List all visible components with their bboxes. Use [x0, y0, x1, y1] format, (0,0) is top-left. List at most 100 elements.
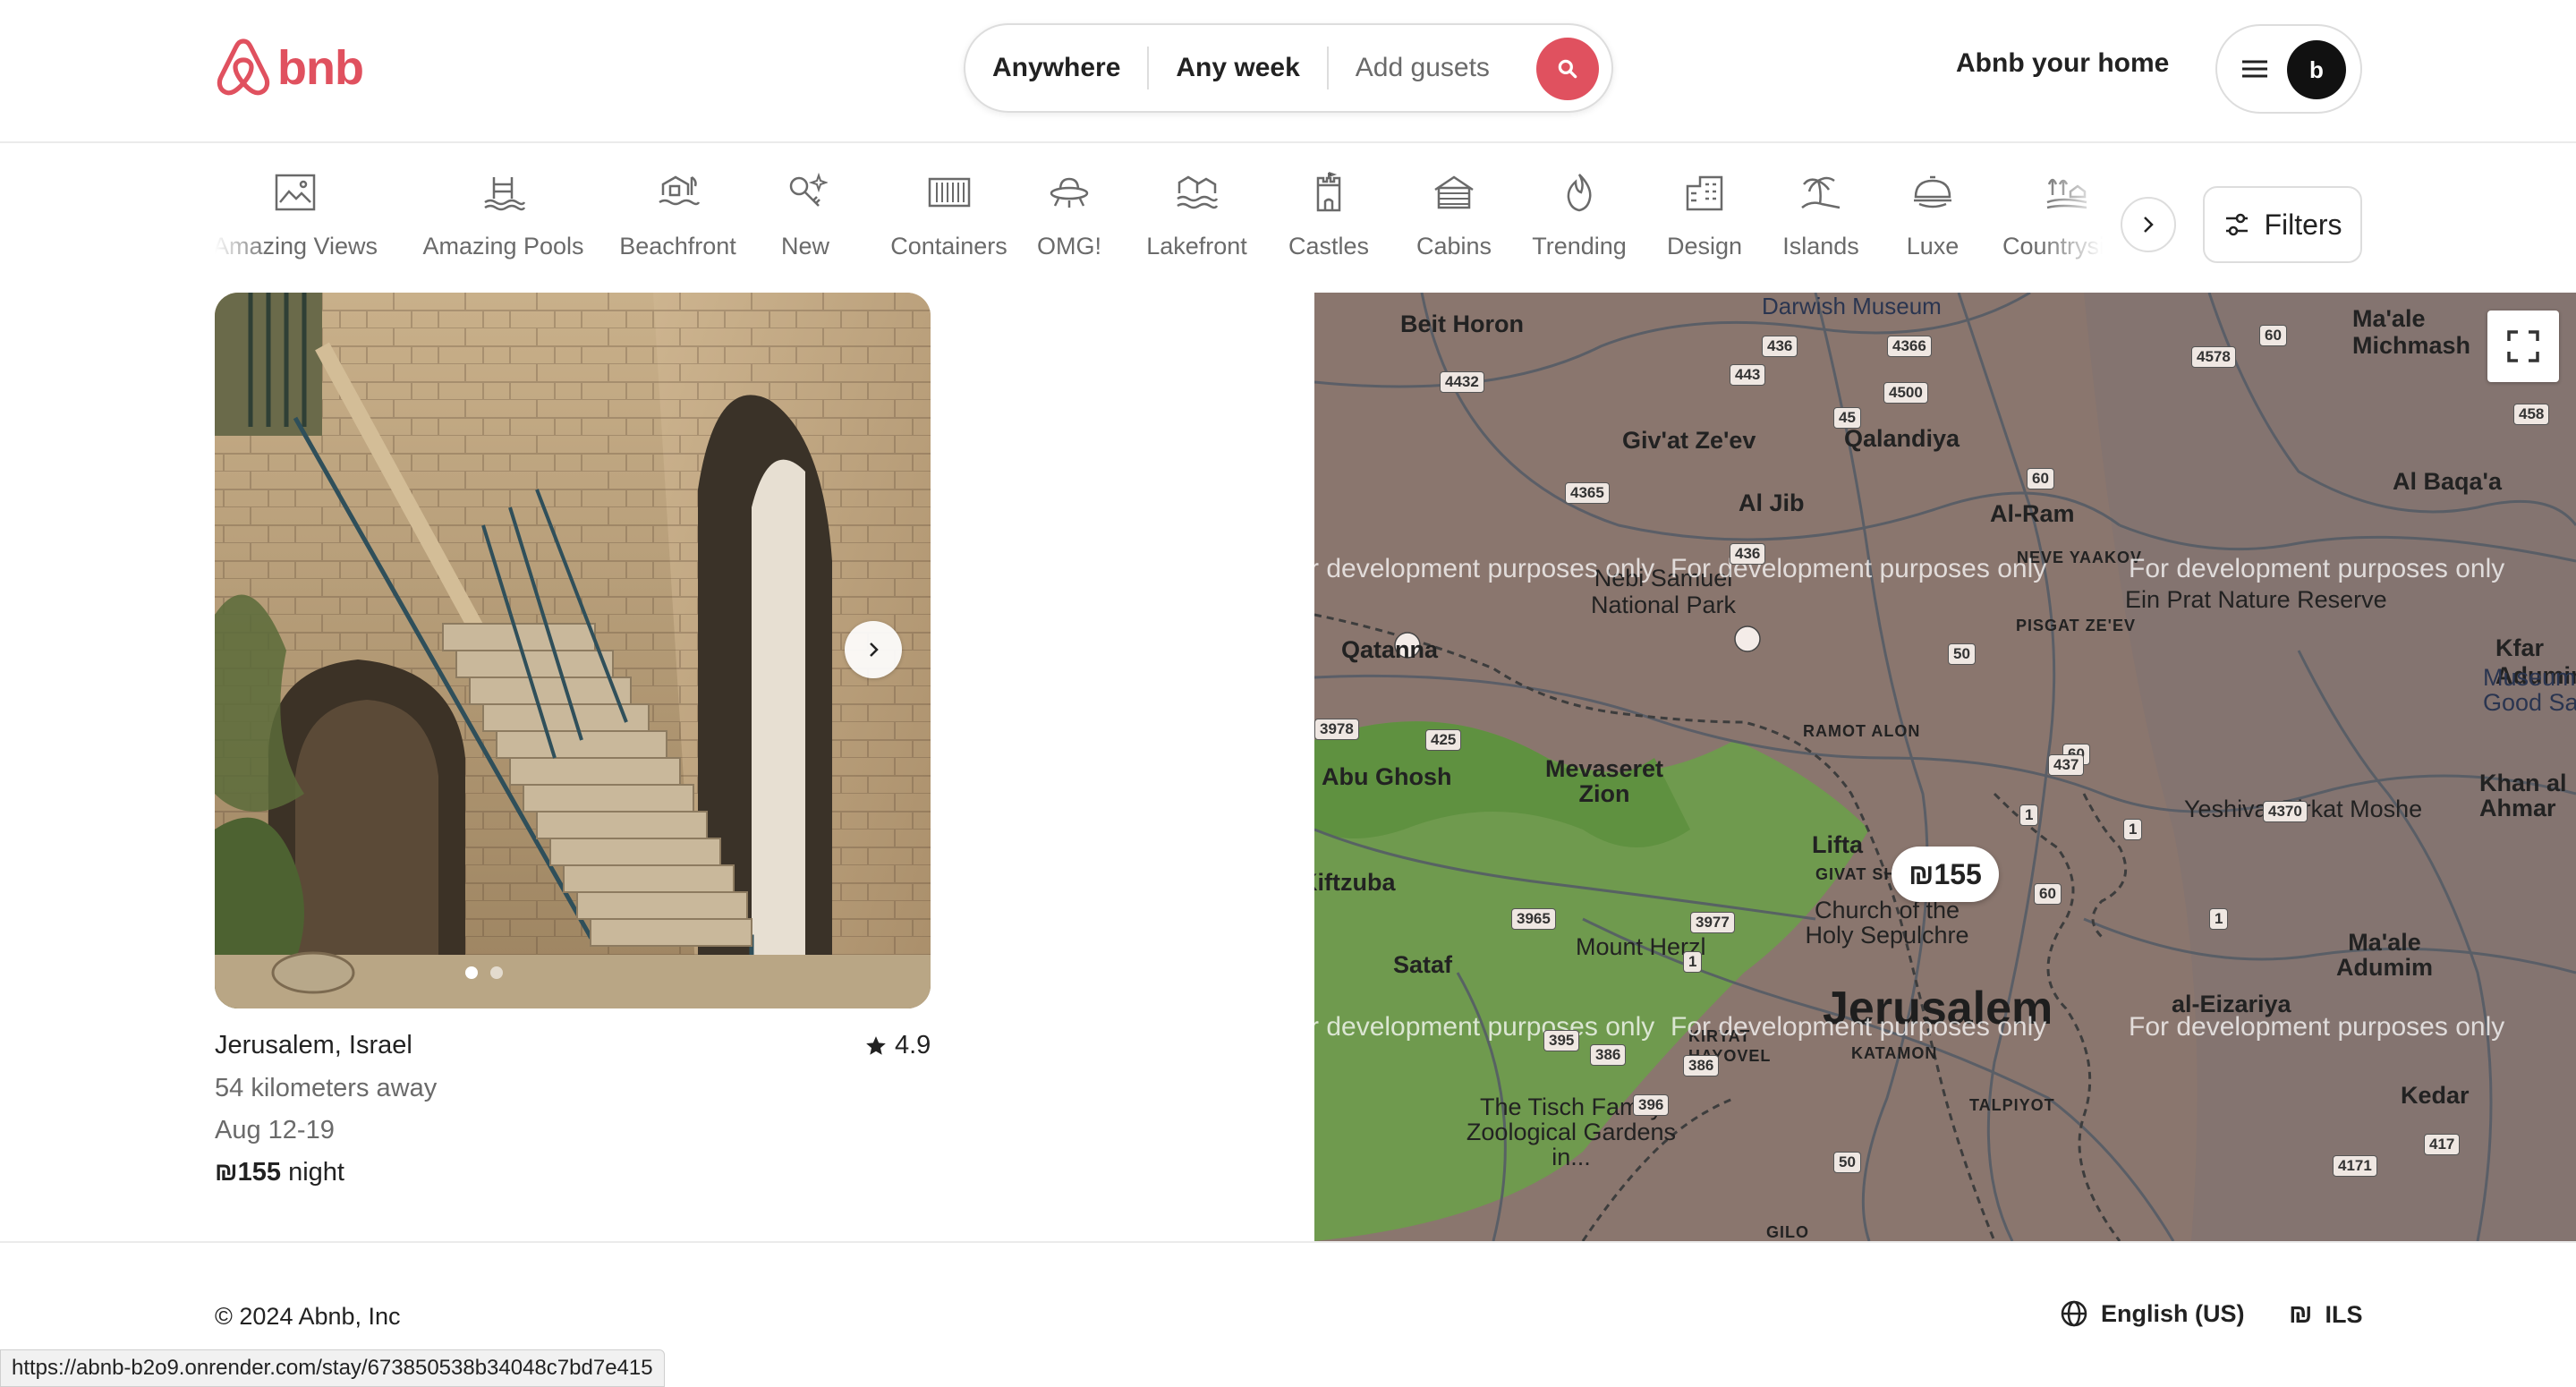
road-number-shield: 1: [1683, 951, 1703, 973]
road-number-shield: 4365: [1565, 482, 1610, 504]
copyright-text: © 2024 Abnb, Inc: [215, 1303, 401, 1330]
logo-text: bnb: [277, 41, 364, 95]
map-road-shields: 436 4366 4432 443 4500 45 4578 60 458 4365 436 60 50…: [1314, 293, 2576, 1241]
category-design[interactable]: Design: [1655, 161, 1754, 268]
currency-selector[interactable]: ₪ ILS: [2289, 1299, 2363, 1330]
road-number-shield: 3977: [1690, 912, 1735, 933]
search-where-label: Anywhere: [992, 53, 1121, 82]
category-amazing-pools[interactable]: Amazing Pools: [421, 161, 586, 268]
road-number-shield: 436: [1762, 336, 1798, 357]
globe-icon: [2061, 1300, 2087, 1327]
framed-picture-icon: [275, 174, 316, 211]
category-label: Castles: [1288, 233, 1370, 260]
airbnb-logo-icon: [217, 38, 270, 96]
ufo-icon: [1050, 177, 1089, 208]
beach-house-icon: [658, 175, 700, 206]
image-pagination: [465, 966, 503, 979]
listing-price: ₪155 night: [215, 1158, 344, 1187]
listing-title: Jerusalem, Israel: [215, 1031, 412, 1059]
category-new[interactable]: New: [769, 161, 841, 268]
road-number-shield: 3965: [1511, 908, 1556, 930]
road-number-shield: 4370: [2263, 801, 2308, 822]
category-label: New: [780, 233, 829, 260]
road-number-shield: 4432: [1440, 371, 1484, 393]
listing-distance: 54 kilometers away: [215, 1074, 438, 1102]
category-scroll-next-button[interactable]: [2121, 197, 2176, 252]
language-selector[interactable]: English (US): [2060, 1299, 2245, 1328]
map-view[interactable]: Darwish Museum Beit Horon Ma'ale Michmas…: [1314, 293, 2576, 1241]
category-label: Trending: [1532, 233, 1627, 260]
search-guests-button[interactable]: Add gusets: [1329, 25, 1517, 111]
pagination-dot[interactable]: [490, 966, 503, 979]
category-luxe[interactable]: Luxe: [1888, 161, 1977, 268]
category-omg[interactable]: OMG!: [1029, 161, 1109, 268]
chevron-right-icon: [870, 642, 879, 657]
listing-image[interactable]: [215, 293, 931, 1008]
search-when-label: Any week: [1176, 53, 1300, 82]
search-when-button[interactable]: Any week: [1149, 25, 1326, 111]
search-where-button[interactable]: Anywhere: [965, 25, 1147, 111]
road-number-shield: 60: [2259, 325, 2287, 346]
chevron-right-icon: [2144, 217, 2154, 233]
image-next-button[interactable]: [845, 621, 902, 678]
category-label: Beachfront: [619, 233, 736, 260]
category-label: Islands: [1782, 233, 1859, 260]
road-number-shield: 60: [2034, 883, 2062, 905]
host-your-home-link[interactable]: Abnb your home: [1956, 48, 2169, 79]
category-label: Lakefront: [1146, 233, 1247, 260]
container-icon: [928, 177, 970, 208]
road-number-shield: 50: [1948, 643, 1976, 665]
logo-link[interactable]: bnb: [215, 36, 364, 100]
price-amount: ₪155: [215, 1158, 282, 1187]
currency-label: ILS: [2325, 1300, 2363, 1328]
road-number-shield: 436: [1730, 543, 1766, 565]
road-number-shield: 396: [1633, 1094, 1670, 1116]
language-label: English (US): [2101, 1299, 2245, 1327]
browser-status-url: https://abnb-b2o9.onrender.com/stay/6738…: [0, 1349, 665, 1387]
road-number-shield: 417: [2424, 1134, 2461, 1155]
category-fade-right: [2040, 161, 2130, 268]
dish-cover-icon: [1914, 175, 1951, 208]
road-number-shield: 1: [2209, 908, 2229, 930]
road-number-shield: 4578: [2191, 346, 2236, 368]
currency-symbol: ₪: [2289, 1299, 2313, 1329]
road-number-shield: 386: [1683, 1055, 1720, 1076]
road-number-shield: 395: [1543, 1030, 1580, 1051]
category-islands[interactable]: Islands: [1772, 161, 1870, 268]
category-label: Luxe: [1906, 233, 1960, 260]
road-number-shield: 425: [1425, 729, 1462, 751]
price-suffix: night: [288, 1158, 344, 1187]
listing-rating: 4.9: [864, 1031, 931, 1060]
category-cabins[interactable]: Cabins: [1405, 161, 1503, 268]
palm-island-icon: [1801, 176, 1841, 209]
road-number-shield: 4500: [1883, 382, 1928, 404]
pagination-dot[interactable]: [465, 966, 478, 979]
road-number-shield: 443: [1730, 364, 1766, 386]
category-fade-left: [215, 161, 268, 268]
search-submit-button[interactable]: [1536, 38, 1599, 100]
filters-label: Filters: [2264, 208, 2342, 241]
road-number-shield: 45: [1833, 407, 1861, 429]
map-fullscreen-button[interactable]: [2487, 311, 2559, 382]
category-containers[interactable]: Containers: [866, 161, 1032, 268]
map-price-marker[interactable]: ₪155: [1892, 847, 1999, 902]
user-menu-button[interactable]: b: [2215, 24, 2362, 114]
category-castles[interactable]: Castles: [1279, 161, 1378, 268]
building-icon: [1686, 175, 1723, 211]
road-number-shield: 3978: [1314, 719, 1359, 740]
category-beachfront[interactable]: Beachfront: [608, 161, 747, 268]
listing-dates: Aug 12-19: [215, 1116, 335, 1144]
search-icon: [1558, 59, 1577, 79]
category-bar: Amazing Views Amazing Pools Beachfront N…: [215, 161, 2112, 268]
page-root: { "header": { "logo_text": "bnb", "brand…: [0, 0, 2576, 1387]
category-trending[interactable]: Trending: [1517, 161, 1642, 268]
search-bar[interactable]: Anywhere Any week Add gusets: [964, 23, 1613, 113]
category-lakefront[interactable]: Lakefront: [1127, 161, 1266, 268]
rating-value: 4.9: [895, 1031, 931, 1059]
listing-photo: [215, 293, 931, 1008]
star-icon: [866, 1035, 886, 1055]
road-number-shield: 4171: [2333, 1155, 2377, 1177]
filters-button[interactable]: Filters: [2203, 186, 2362, 263]
cabin-icon: [1434, 175, 1474, 209]
fullscreen-icon: [2507, 330, 2539, 362]
